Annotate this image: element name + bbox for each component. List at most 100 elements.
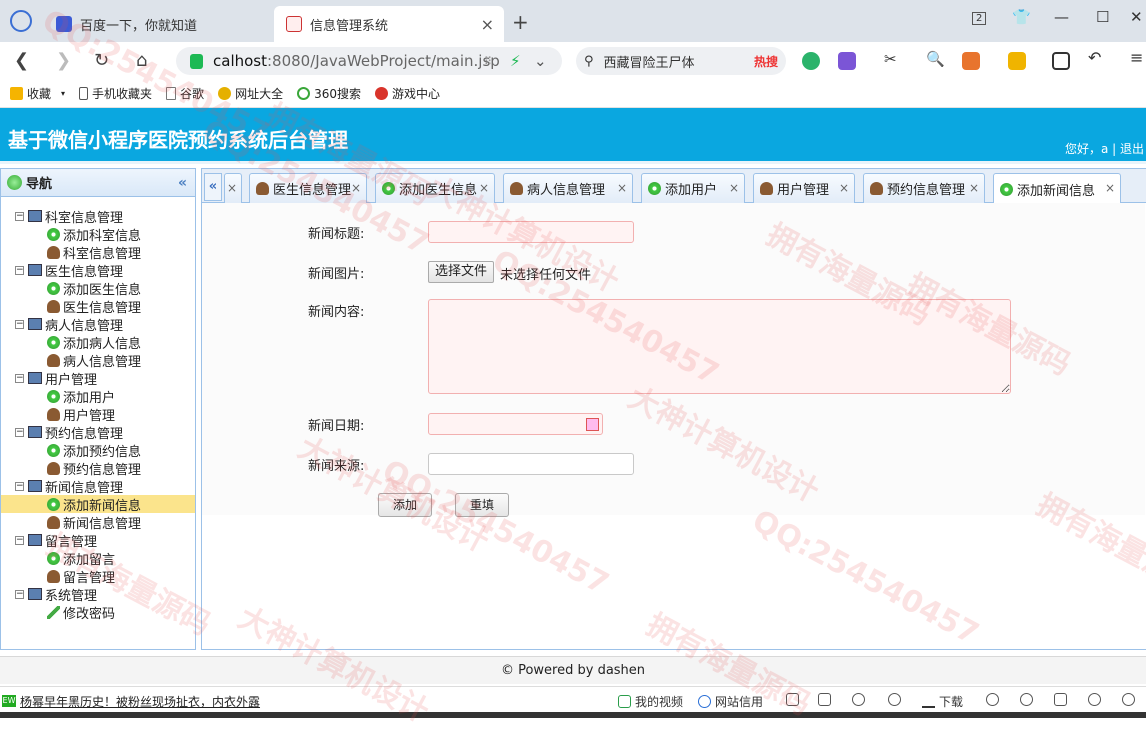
sidebar-group[interactable]: − 预约信息管理 xyxy=(1,423,195,442)
sidebar-group[interactable]: − 系统管理 xyxy=(1,585,195,604)
collapse-toggle-icon[interactable]: − xyxy=(15,373,24,383)
speed-icon[interactable] xyxy=(852,693,869,706)
collapse-toggle-icon[interactable]: − xyxy=(15,211,24,221)
sidebar-group[interactable]: − 科室信息管理 xyxy=(1,207,195,226)
tab-count-badge[interactable]: 2 xyxy=(972,12,987,25)
collapse-toggle-icon[interactable]: − xyxy=(15,535,24,545)
content-tab[interactable]: 预约信息管理 × xyxy=(863,173,985,203)
headset-icon[interactable] xyxy=(986,693,1003,706)
bookmark-favorites[interactable]: 收藏 ▾ xyxy=(10,85,65,102)
rocket-icon[interactable] xyxy=(888,693,905,706)
sidebar-item[interactable]: 修改密码 xyxy=(1,603,195,622)
new-tab-button[interactable]: + xyxy=(512,10,529,34)
bookmark-games[interactable]: 游戏中心 xyxy=(374,85,440,102)
sidebar-group[interactable]: − 新闻信息管理 xyxy=(1,477,195,496)
grid-icon[interactable]: ⠿ xyxy=(484,55,492,68)
news-content-textarea[interactable] xyxy=(428,299,1011,394)
maximize-icon[interactable]: ☐ xyxy=(1096,8,1109,26)
close-tab-icon[interactable]: × xyxy=(1105,181,1115,195)
sidebar-item[interactable]: 添加病人信息 xyxy=(1,333,195,352)
scissors-icon[interactable]: ✂ xyxy=(884,50,902,68)
sidebar-item[interactable]: 添加新闻信息 xyxy=(1,495,195,514)
menu-icon[interactable]: ≡ xyxy=(1130,48,1146,67)
collapse-toggle-icon[interactable]: − xyxy=(15,481,24,491)
close-tab-icon[interactable]: × xyxy=(969,181,979,195)
content-tab[interactable]: 添加医生信息 × xyxy=(375,173,495,203)
extension-green-icon[interactable] xyxy=(802,52,820,70)
chevron-down-icon[interactable]: ⌄ xyxy=(534,52,547,70)
sidebar-group[interactable]: − 留言管理 xyxy=(1,531,195,550)
sidebar-item[interactable]: 添加医生信息 xyxy=(1,279,195,298)
shield-icon[interactable] xyxy=(786,693,803,706)
bookmark-google[interactable]: 谷歌 xyxy=(166,85,204,102)
game-icon[interactable] xyxy=(962,52,980,70)
volume-icon[interactable] xyxy=(1088,693,1105,706)
sidebar-item[interactable]: 医生信息管理 xyxy=(1,297,195,316)
close-tab-icon[interactable]: × xyxy=(481,15,494,34)
close-tab-icon[interactable]: × xyxy=(351,181,361,195)
collapse-toggle-icon[interactable]: − xyxy=(15,319,24,329)
sidebar-item[interactable]: 留言管理 xyxy=(1,567,195,586)
close-tab-icon[interactable]: × xyxy=(227,181,237,195)
window-icon[interactable] xyxy=(1054,693,1071,706)
my-video-button[interactable]: 我的视频 xyxy=(618,693,683,710)
lightning-icon[interactable]: ⚡ xyxy=(510,52,521,70)
image-icon[interactable] xyxy=(818,693,835,706)
download-button[interactable]: 下载 xyxy=(922,693,963,710)
tab-partial[interactable]: × xyxy=(224,173,242,203)
collapse-icon[interactable]: « xyxy=(178,175,187,191)
sidebar-item[interactable]: 添加科室信息 xyxy=(1,225,195,244)
content-tab[interactable]: 用户管理 × xyxy=(753,173,855,203)
news-source-input[interactable] xyxy=(428,453,634,475)
news-ticker-link[interactable]: 杨幂早年黑历史！被粉丝现场扯衣，内衣外露 xyxy=(20,693,260,710)
news-title-input[interactable] xyxy=(428,221,634,243)
back-icon[interactable]: ❮ xyxy=(14,50,29,71)
bookmark-mobile[interactable]: 手机收藏夹 xyxy=(79,85,152,102)
sidebar-item[interactable]: 新闻信息管理 xyxy=(1,513,195,532)
sidebar-item[interactable]: 科室信息管理 xyxy=(1,243,195,262)
choose-file-button[interactable]: 选择文件 xyxy=(428,261,495,283)
reset-button[interactable]: 重填 xyxy=(455,493,509,517)
shirt-icon[interactable]: 👕 xyxy=(1012,8,1031,26)
translate-icon[interactable] xyxy=(838,52,856,70)
home-icon[interactable]: ⌂ xyxy=(136,50,147,71)
close-tab-icon[interactable]: × xyxy=(479,181,489,195)
collapse-toggle-icon[interactable]: − xyxy=(15,427,24,437)
magnifier-icon[interactable]: 🔍 xyxy=(926,50,945,68)
sidebar-group[interactable]: − 病人信息管理 xyxy=(1,315,195,334)
browser-logo-icon[interactable] xyxy=(10,10,32,32)
close-window-icon[interactable]: ✕ xyxy=(1130,8,1143,26)
mouse-icon[interactable] xyxy=(1020,693,1037,706)
sidebar-item[interactable]: 添加留言 xyxy=(1,549,195,568)
sidebar-item[interactable]: 用户管理 xyxy=(1,405,195,424)
search-input[interactable]: ⚲ 西藏冒险王尸体 热搜 xyxy=(576,47,786,75)
reload-icon[interactable]: ↻ xyxy=(94,50,109,71)
close-tab-icon[interactable]: × xyxy=(729,181,739,195)
content-tab[interactable]: 添加新闻信息 × xyxy=(993,173,1121,204)
apps-icon[interactable] xyxy=(1052,52,1070,70)
browser-tab-baidu[interactable]: 百度一下，你就知道 xyxy=(44,6,270,42)
close-tab-icon[interactable]: × xyxy=(617,181,627,195)
bookmark-360[interactable]: 360搜索 xyxy=(297,85,361,102)
forward-icon[interactable]: ❯ xyxy=(56,50,71,71)
browser-tab-active[interactable]: 信息管理系统 × xyxy=(274,6,504,42)
content-tab[interactable]: 医生信息管理 × xyxy=(249,173,367,203)
calendar-icon[interactable] xyxy=(586,418,599,431)
url-input[interactable]: calhost:8080/JavaWebProject/main.jsp ⠿ ⚡… xyxy=(176,47,562,75)
sidebar-group[interactable]: − 医生信息管理 xyxy=(1,261,195,280)
news-date-input[interactable] xyxy=(428,413,603,435)
zoom-search-icon[interactable] xyxy=(1122,693,1139,706)
sidebar-item[interactable]: 预约信息管理 xyxy=(1,459,195,478)
user-greeting-logout[interactable]: 您好，a | 退出 xyxy=(1065,140,1144,157)
collapse-toggle-icon[interactable]: − xyxy=(15,589,24,599)
site-credit-button[interactable]: 网站信用 xyxy=(698,693,763,710)
collapse-toggle-icon[interactable]: − xyxy=(15,265,24,275)
sidebar-group[interactable]: − 用户管理 xyxy=(1,369,195,388)
wallet-icon[interactable] xyxy=(1008,52,1026,70)
content-tab[interactable]: 病人信息管理 × xyxy=(503,173,633,203)
sidebar-item[interactable]: 添加预约信息 xyxy=(1,441,195,460)
add-button[interactable]: 添加 xyxy=(378,493,432,517)
undo-icon[interactable]: ↶ xyxy=(1088,48,1106,67)
sidebar-item[interactable]: 病人信息管理 xyxy=(1,351,195,370)
content-tab[interactable]: 添加用户 × xyxy=(641,173,745,203)
